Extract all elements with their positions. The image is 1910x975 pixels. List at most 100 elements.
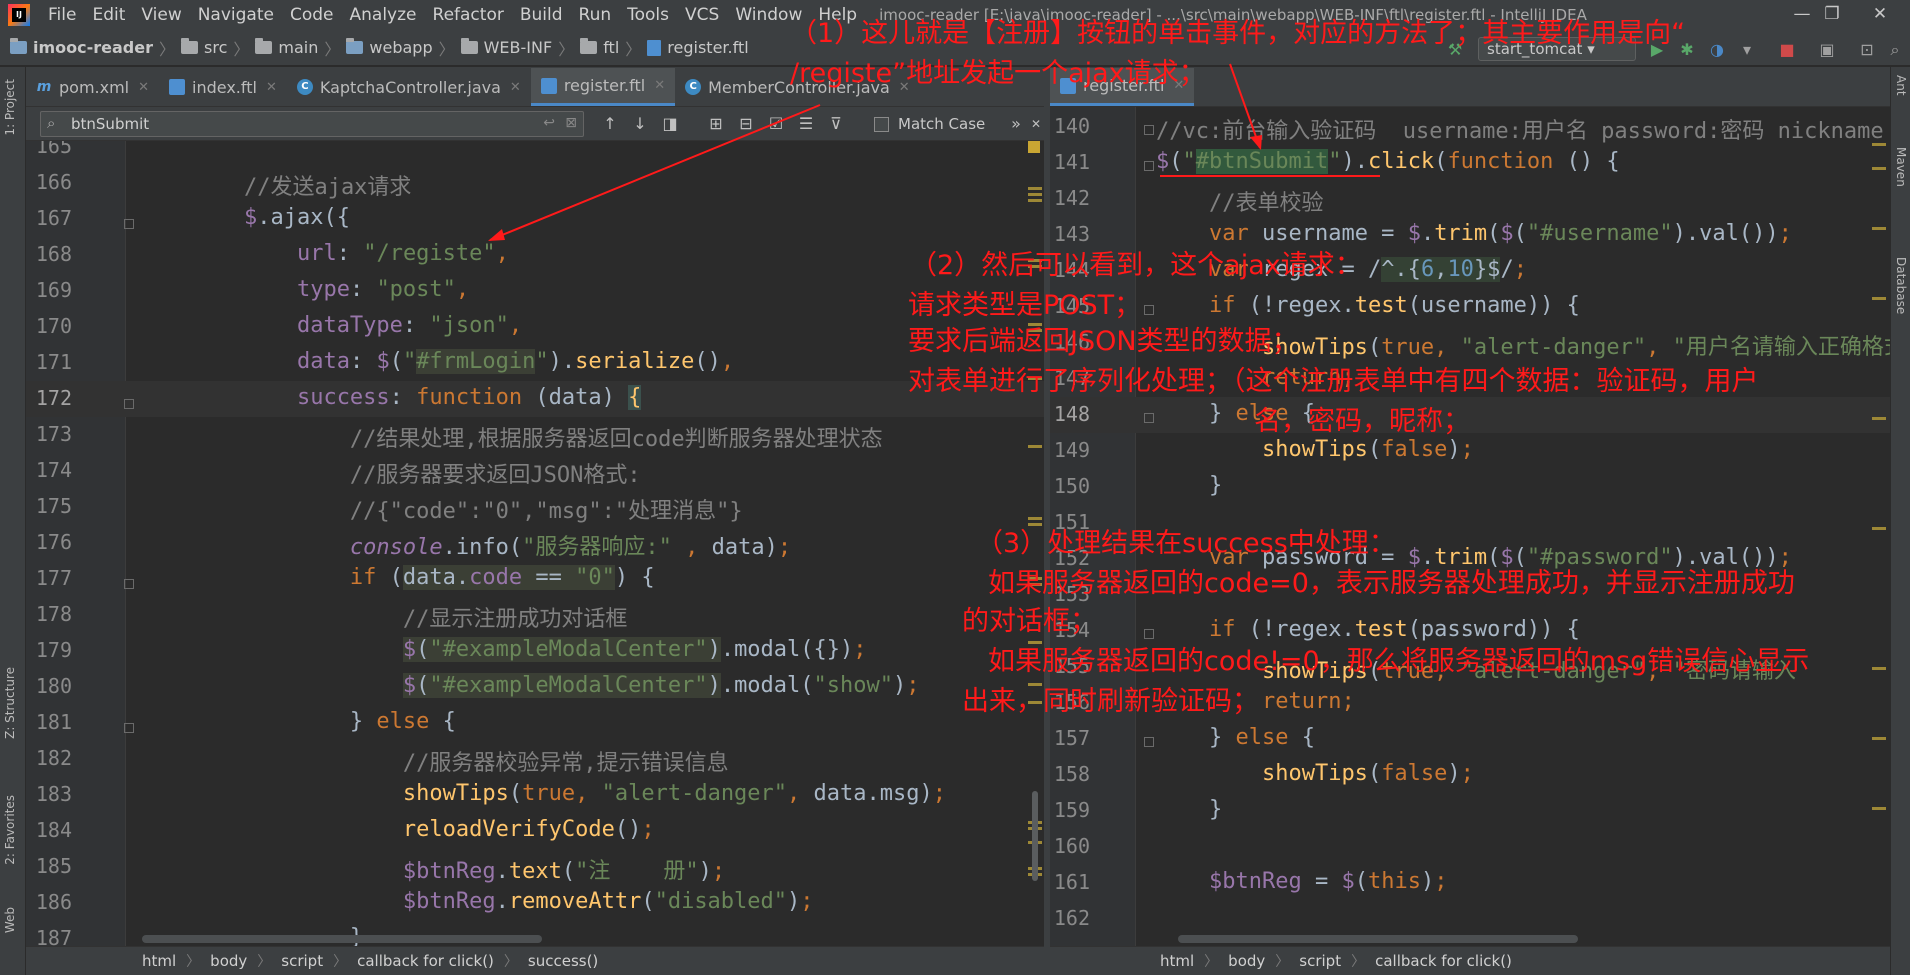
- fold-marker-icon[interactable]: [124, 579, 134, 589]
- menu-view[interactable]: View: [133, 5, 189, 25]
- marker[interactable]: [1028, 641, 1042, 644]
- filter-icon[interactable]: ⊽: [826, 114, 846, 134]
- breadcrumb-webapp[interactable]: webapp: [346, 38, 433, 57]
- restore-button[interactable]: ❐: [1812, 4, 1852, 24]
- coverage-icon[interactable]: ◑: [1708, 41, 1726, 59]
- right-code-editor[interactable]: 140//vc:前台输入验证码 username:用户名 password:密码…: [1050, 107, 1890, 946]
- arrow-down-icon[interactable]: ↓: [630, 114, 650, 134]
- warning-icon[interactable]: [1028, 141, 1040, 153]
- match-case-checkbox[interactable]: [874, 117, 889, 132]
- marker[interactable]: [1028, 523, 1042, 526]
- clear-search-icon[interactable]: ⊠: [565, 115, 577, 131]
- menu-build[interactable]: Build: [512, 5, 571, 25]
- footer-crumb-script[interactable]: script: [271, 952, 333, 970]
- fold-marker-icon[interactable]: [124, 399, 134, 409]
- fold-marker-icon[interactable]: [1144, 629, 1154, 639]
- tab-index-ftl[interactable]: index.ftl ✕: [159, 68, 287, 106]
- select-all-occurrences-icon[interactable]: ☑: [766, 114, 786, 134]
- fold-marker-icon[interactable]: [1144, 305, 1154, 315]
- project-tool-tab[interactable]: 1: Project: [3, 79, 17, 136]
- fold-marker-icon[interactable]: [1144, 413, 1154, 423]
- tab-kaptcha-controller[interactable]: C KaptchaController.java ✕: [287, 68, 531, 106]
- favorites-tool-tab[interactable]: 2: Favorites: [3, 795, 17, 865]
- project-structure-icon[interactable]: ▣: [1818, 41, 1836, 59]
- filter-options-icon[interactable]: ☰: [796, 114, 816, 134]
- marker[interactable]: [1872, 417, 1886, 420]
- marker[interactable]: [1028, 187, 1042, 190]
- structure-tool-tab[interactable]: Z: Structure: [3, 667, 17, 739]
- fold-marker-icon[interactable]: [124, 219, 134, 229]
- fold-marker-icon[interactable]: [1144, 161, 1154, 171]
- menu-tools[interactable]: Tools: [619, 5, 677, 25]
- profile-icon[interactable]: ▾: [1738, 41, 1756, 59]
- footer-crumb-html[interactable]: html: [132, 952, 186, 970]
- search-input[interactable]: [71, 113, 511, 135]
- footer-crumb-success[interactable]: success(): [518, 952, 608, 970]
- vertical-scrollbar-thumb[interactable]: [1032, 791, 1038, 881]
- menu-file[interactable]: File: [40, 5, 84, 25]
- marker[interactable]: [1872, 143, 1886, 146]
- ant-tool-tab[interactable]: Ant: [1894, 75, 1908, 96]
- arrow-up-icon[interactable]: ↑: [600, 114, 620, 134]
- footer-crumb-body[interactable]: body: [1218, 952, 1275, 970]
- tab-register-ftl[interactable]: register.ftl ✕: [530, 68, 676, 106]
- close-icon[interactable]: ✕: [138, 80, 149, 95]
- marker[interactable]: [1028, 445, 1042, 448]
- marker[interactable]: [1028, 199, 1042, 202]
- database-tool-tab[interactable]: Database: [1894, 257, 1908, 314]
- breadcrumb-project[interactable]: imooc-reader: [10, 38, 153, 57]
- match-case-label: Match Case: [898, 115, 986, 133]
- fold-marker-icon[interactable]: [1144, 125, 1154, 135]
- menu-run[interactable]: Run: [571, 5, 620, 25]
- sdk-icon[interactable]: ⊡: [1858, 41, 1876, 59]
- fold-marker-icon[interactable]: [1144, 737, 1154, 747]
- search-everywhere-icon[interactable]: ⌕: [1886, 41, 1904, 59]
- menu-analyze[interactable]: Analyze: [342, 5, 425, 25]
- error-stripe[interactable]: [1872, 107, 1886, 946]
- close-icon[interactable]: ✕: [510, 80, 521, 95]
- fold-marker-icon[interactable]: [124, 723, 134, 733]
- folder-icon: [181, 38, 199, 54]
- breadcrumb-file[interactable]: register.ftl: [647, 38, 749, 57]
- marker[interactable]: [1872, 167, 1886, 170]
- menu-edit[interactable]: Edit: [84, 5, 133, 25]
- marker[interactable]: [1028, 193, 1042, 196]
- marker[interactable]: [1872, 227, 1886, 230]
- menu-navigate[interactable]: Navigate: [190, 5, 282, 25]
- close-window-button[interactable]: ✕: [1860, 4, 1900, 24]
- footer-crumb-callback[interactable]: callback for click(): [347, 952, 504, 970]
- marker[interactable]: [1872, 807, 1886, 810]
- find-in-window-icon[interactable]: ◨: [660, 114, 680, 134]
- regex-history-icon[interactable]: ↩: [543, 115, 555, 131]
- maven-tool-tab[interactable]: Maven: [1894, 147, 1908, 187]
- stop-icon[interactable]: ■: [1778, 41, 1796, 59]
- left-code-editor[interactable]: 165 166 //发送ajax请求 167 $.ajax({ 168 url:…: [26, 141, 1044, 946]
- breadcrumb-web-inf[interactable]: WEB-INF: [460, 38, 552, 57]
- breadcrumb-ftl[interactable]: ftl: [580, 38, 619, 57]
- close-icon[interactable]: ✕: [654, 78, 665, 93]
- tab-pom-xml[interactable]: m pom.xml ✕: [26, 68, 159, 106]
- marker[interactable]: [1872, 737, 1886, 740]
- footer-crumb-html[interactable]: html: [1150, 952, 1204, 970]
- close-icon[interactable]: ✕: [266, 80, 277, 95]
- close-search-icon[interactable]: ✕: [1026, 114, 1046, 134]
- marker[interactable]: [1872, 667, 1886, 670]
- add-occurrence-icon[interactable]: ⊞: [706, 114, 726, 134]
- more-options-icon[interactable]: »: [1006, 114, 1026, 134]
- horizontal-scrollbar[interactable]: [142, 935, 542, 943]
- web-tool-tab[interactable]: Web: [3, 907, 17, 933]
- horizontal-scrollbar[interactable]: [1178, 935, 1578, 943]
- remove-occurrence-icon[interactable]: ⊟: [736, 114, 756, 134]
- code-line-150: 150 }: [1053, 473, 1223, 498]
- breadcrumb-main[interactable]: main: [255, 38, 318, 57]
- menu-refactor[interactable]: Refactor: [425, 5, 512, 25]
- menu-code[interactable]: Code: [282, 5, 342, 25]
- footer-crumb-body[interactable]: body: [200, 952, 257, 970]
- marker[interactable]: [1872, 297, 1886, 300]
- footer-crumb-callback[interactable]: callback for click(): [1365, 952, 1522, 970]
- marker[interactable]: [1028, 517, 1042, 520]
- marker[interactable]: [1872, 527, 1886, 530]
- footer-crumb-script[interactable]: script: [1289, 952, 1351, 970]
- menu-vcs[interactable]: VCS: [677, 5, 727, 25]
- breadcrumb-src[interactable]: src: [181, 38, 227, 57]
